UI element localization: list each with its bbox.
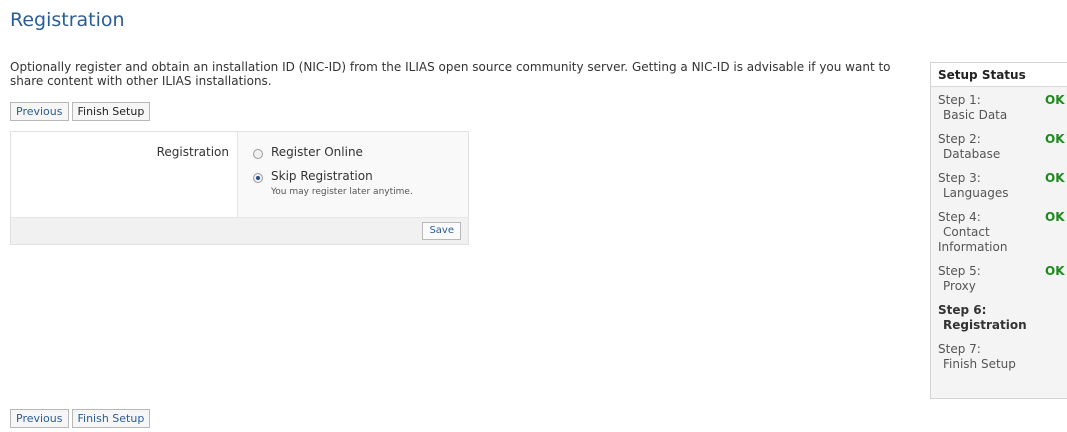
status-step-3: Step 3: Languages OK — [931, 165, 1067, 204]
status-step-4: Step 4: Contact Information OK — [931, 204, 1067, 258]
registration-form: Registration Register Online Skip Regist… — [10, 131, 469, 245]
register-online-label[interactable]: Register Online — [271, 145, 363, 159]
status-step-1: Step 1: Basic Data OK — [931, 87, 1067, 126]
register-online-radio[interactable] — [253, 149, 263, 159]
status-step-6-current: Step 6: Registration — [931, 297, 1067, 336]
step-name: Database — [943, 147, 1001, 161]
step-number: Step 6: — [938, 303, 987, 317]
step-name-continued: Information — [938, 240, 1008, 254]
status-step-2: Step 2: Database OK — [931, 126, 1067, 165]
bottom-nav-buttons: Previous Finish Setup — [10, 409, 151, 428]
finish-setup-button-bottom[interactable]: Finish Setup — [71, 409, 151, 428]
step-ok-badge: OK — [1045, 93, 1065, 107]
step-ok-badge: OK — [1045, 132, 1065, 146]
step-ok-badge: OK — [1045, 264, 1065, 278]
step-ok-badge: OK — [1045, 210, 1065, 224]
setup-status-panel: Setup Status Step 1: Basic Data OK Step … — [930, 62, 1067, 399]
registration-label: Registration — [156, 145, 229, 159]
form-options-cell: Register Online Skip Registration You ma… — [238, 132, 468, 217]
previous-button-bottom[interactable]: Previous — [10, 409, 69, 428]
step-number: Step 7: — [938, 342, 981, 356]
finish-setup-button[interactable]: Finish Setup — [71, 102, 151, 121]
status-step-5: Step 5: Proxy OK — [931, 258, 1067, 297]
intro-text: Optionally register and obtain an instal… — [10, 60, 891, 88]
previous-button[interactable]: Previous — [10, 102, 69, 121]
save-button[interactable]: Save — [422, 222, 461, 240]
top-nav-buttons: Previous Finish Setup — [10, 102, 151, 121]
step-name: Languages — [943, 186, 1009, 200]
step-name: Contact — [943, 225, 990, 239]
setup-status-title: Setup Status — [931, 63, 1067, 87]
skip-registration-radio[interactable] — [253, 173, 263, 183]
skip-registration-label[interactable]: Skip Registration — [271, 169, 373, 183]
status-step-7: Step 7: Finish Setup — [931, 336, 1067, 375]
step-name: Proxy — [943, 279, 976, 293]
form-label-cell: Registration — [11, 132, 238, 217]
page-title: Registration — [10, 9, 125, 31]
step-name: Finish Setup — [943, 357, 1016, 371]
step-name: Registration — [943, 318, 1027, 332]
form-footer: Save — [11, 217, 468, 244]
step-name: Basic Data — [943, 108, 1008, 122]
skip-registration-hint: You may register later anytime. — [271, 187, 413, 197]
step-ok-badge: OK — [1045, 171, 1065, 185]
